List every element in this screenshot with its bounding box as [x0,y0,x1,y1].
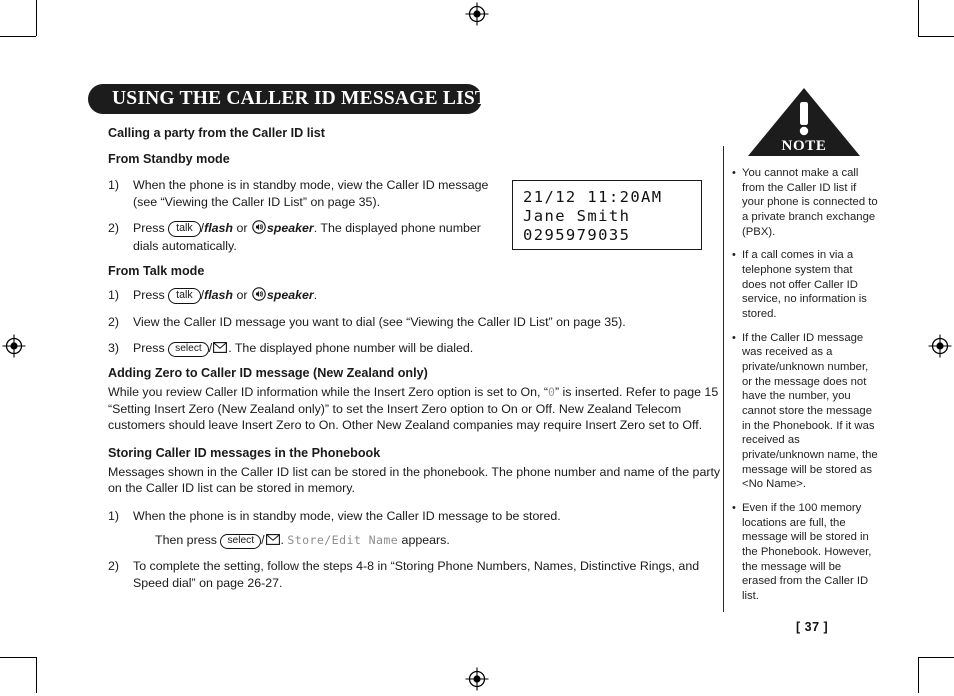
speaker-key-label: speaker [266,287,314,302]
step-text: When the phone is in standby mode, view … [133,508,722,550]
step-text: Press talk/flash or speaker. The display… [133,219,508,255]
lcd-zero-glyph: 0 [548,385,555,400]
envelope-icon[interactable] [213,341,228,358]
flash-key-label: flash [204,287,233,302]
step-text: View the Caller ID message you want to d… [133,315,626,330]
svg-text:NOTE: NOTE [782,138,827,154]
talk-key[interactable]: talk [168,220,201,237]
step-text: Press select / . The displayed phone numbe… [133,340,722,358]
step-number: 1) [108,178,120,193]
key-separator: / [208,340,213,355]
step-text-mid: or [233,287,251,302]
key-separator: / [261,532,265,547]
step-text-post: . The displayed phone number will be dia… [228,340,474,355]
then-press-label: Then press [155,532,221,547]
speaker-icon[interactable] [252,219,266,239]
zero-para-part1: While you review Caller ID information w… [108,385,549,400]
step-number: 1) [108,508,120,523]
select-key[interactable]: select [168,341,209,358]
list-item: 1) When the phone is in standby mode, vi… [108,508,722,550]
page-title: USING THE CALLER ID MESSAGE LIST [112,88,489,109]
note-sidebar: NOTE You cannot make a call from the Cal… [732,86,878,613]
step-text-mid: or [233,220,251,235]
list-item: 2) View the Caller ID message you want t… [108,314,722,331]
step-text-pre: Press [133,220,169,235]
paragraph-adding-zero: While you review Caller ID information w… [108,384,722,434]
page-number: [ 37 ] [796,620,829,634]
step-text-post: . [313,287,318,302]
list-item: You cannot make a call from the Caller I… [732,166,878,239]
list-item: Even if the 100 memory locations are ful… [732,501,878,604]
step-number: 2) [108,315,120,330]
step-number: 1) [108,287,120,302]
manual-page: USING THE CALLER ID MESSAGE LIST 21/12 1… [0,0,954,693]
storing-steps-list: 1) When the phone is in standby mode, vi… [108,508,722,591]
heading-from-talk-mode: From Talk mode [108,263,205,278]
list-item: If the Caller ID message was received as… [732,331,878,492]
list-item: 1) Press talk/flash or speaker. [108,286,722,306]
standby-steps-list: 1) When the phone is in standby mode, vi… [108,177,722,254]
heading-from-standby-mode: From Standby mode [108,151,230,166]
step-number: 2) [108,559,120,574]
list-item: 2) Press talk/flash or speaker. The disp… [108,219,508,255]
note-badge: NOTE [732,86,878,158]
paragraph-storing-intro: Messages shown in the Caller ID list can… [108,464,721,496]
step-text-pre: Press [133,340,169,355]
flash-key-label: flash [204,220,233,235]
list-item: 1) When the phone is in standby mode, vi… [108,177,508,210]
list-item: 2) To complete the setting, follow the s… [108,558,722,591]
page-title-banner: USING THE CALLER ID MESSAGE LIST [88,84,488,114]
step-text: To complete the setting, follow the step… [133,559,700,590]
talk-key[interactable]: talk [168,287,201,304]
speaker-icon[interactable] [252,286,266,306]
heading-calling-a-party: Calling a party from the Caller ID list [108,126,325,140]
list-item: If a call comes in via a telephone syste… [732,248,878,321]
step-text: Press talk/flash or speaker. [133,286,722,306]
sidebar-divider [723,146,725,612]
step-text: When the phone is in standby mode, view … [133,178,489,210]
heading-adding-zero: Adding Zero to Caller ID message (New Ze… [108,366,428,381]
heading-storing-messages: Storing Caller ID messages in the Phoneb… [108,446,381,461]
lcd-store-edit-name-text: Store/Edit Name [287,532,399,547]
note-list: You cannot make a call from the Caller I… [732,166,878,604]
step-text-primary: When the phone is in standby mode, view … [133,508,561,523]
warning-triangle-icon: NOTE [748,88,860,156]
step-text-secondary: Then press select /. Store/Edit Name appe… [155,532,722,550]
step-number: 2) [108,220,120,235]
step-number: 3) [108,340,120,355]
select-key[interactable]: select [220,533,262,550]
step-text-post: appears. [398,532,450,547]
main-content-column: Calling a party from the Caller ID list … [108,126,722,600]
step-text-pre: Press [133,287,169,302]
envelope-icon[interactable] [265,533,280,550]
talk-steps-list: 1) Press talk/flash or speaker. 2) View … [108,286,722,358]
list-item: 3) Press select / . The displayed phone nu… [108,340,722,358]
speaker-key-label: speaker [266,220,314,235]
